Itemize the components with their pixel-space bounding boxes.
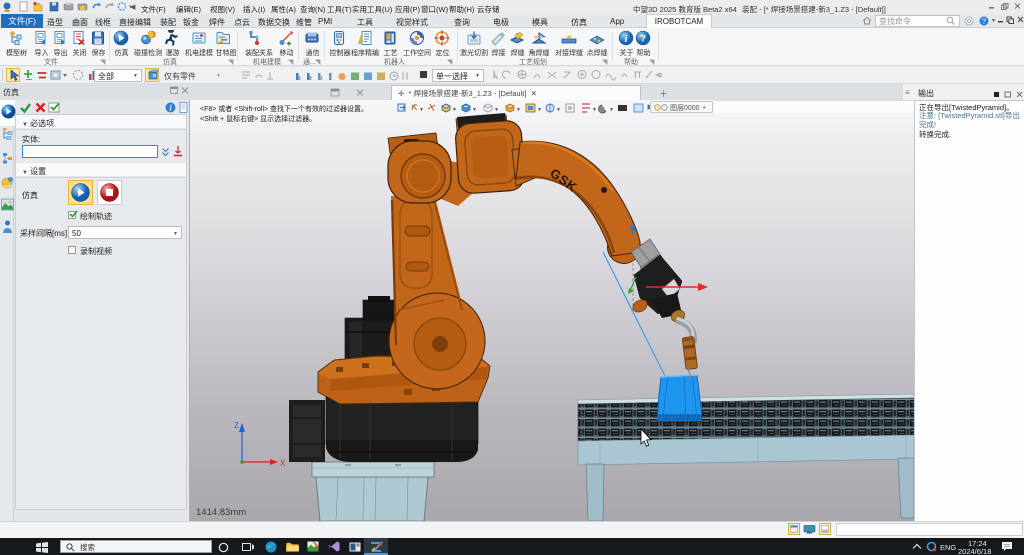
svg-text:Z: Z [234,421,239,430]
svg-text:▼: ▼ [592,107,597,113]
svg-text:X: X [280,459,286,468]
svg-text:?: ? [982,18,986,25]
svg-text:▼: ▼ [556,107,561,113]
svg-text:i: i [625,34,628,45]
svg-text:▼: ▼ [494,107,499,113]
svg-text:▼: ▼ [537,107,542,113]
svg-text:▼: ▼ [609,107,614,113]
svg-text:?: ? [640,34,646,45]
svg-text:▼: ▼ [516,107,521,113]
svg-text:▼: ▼ [419,107,424,113]
svg-text:▼: ▼ [452,107,457,113]
svg-text:▼: ▼ [472,107,477,113]
svg-text:1414.83mm: 1414.83mm [196,507,246,518]
